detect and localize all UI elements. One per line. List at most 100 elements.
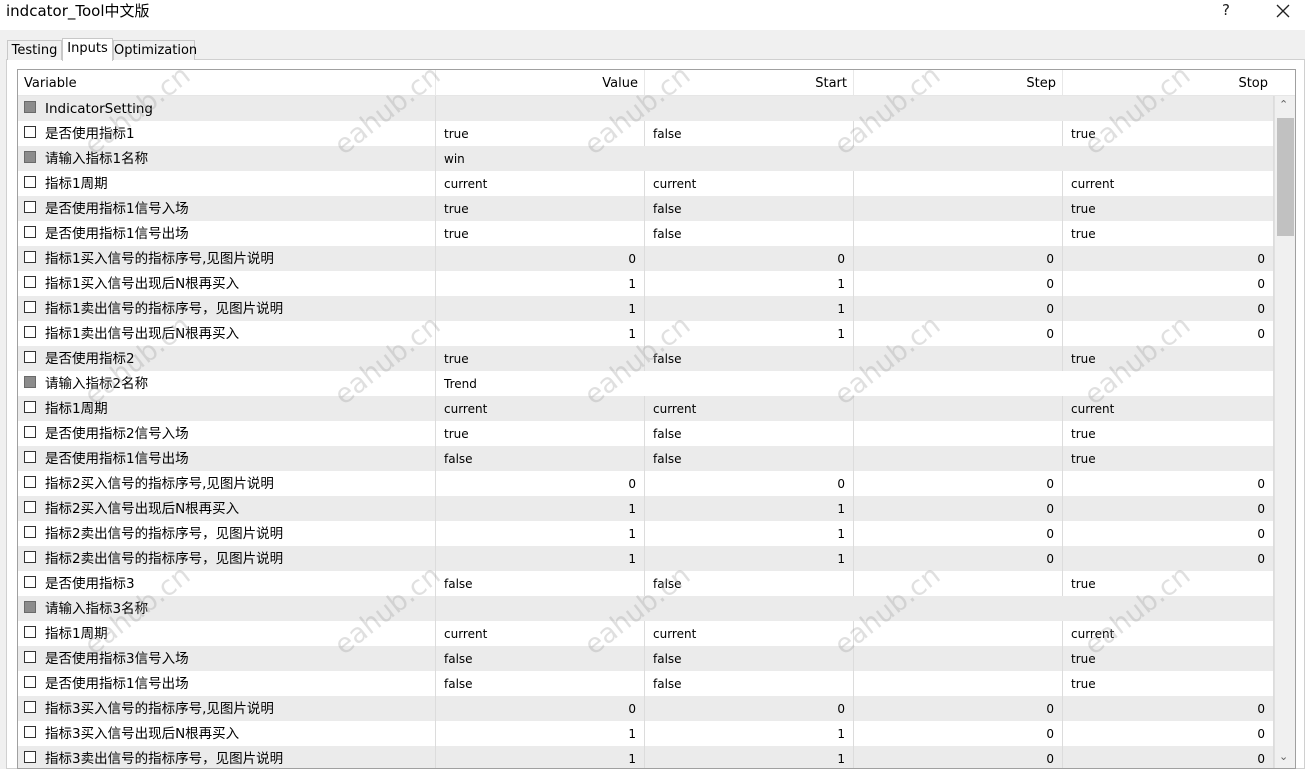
value-cell[interactable]: 0 — [436, 471, 645, 496]
stop-cell[interactable]: current — [1063, 621, 1274, 646]
value-cell[interactable]: true — [436, 121, 645, 146]
step-cell[interactable]: 0 — [854, 471, 1063, 496]
optimize-checkbox[interactable] — [24, 476, 36, 488]
column-header-step[interactable]: Step — [854, 70, 1063, 95]
stop-cell[interactable]: true — [1063, 196, 1274, 221]
scroll-down-icon[interactable]: ⌄ — [1279, 750, 1288, 763]
stop-cell[interactable]: 0 — [1063, 696, 1274, 721]
step-cell[interactable]: 0 — [854, 296, 1063, 321]
optimize-checkbox[interactable] — [24, 726, 36, 738]
start-cell[interactable]: 1 — [645, 546, 854, 571]
table-row[interactable]: 指标1买入信号的指标序号,见图片说明 0 0 0 0 — [18, 246, 1274, 271]
start-cell[interactable]: 1 — [645, 321, 854, 346]
scroll-thumb[interactable] — [1277, 118, 1294, 236]
table-row[interactable]: 请输入指标3名称 — [18, 596, 1274, 621]
column-header-variable[interactable]: Variable — [18, 70, 436, 95]
table-row[interactable]: 指标3买入信号出现后N根再买入 1 1 0 0 — [18, 721, 1274, 746]
step-cell[interactable]: 0 — [854, 271, 1063, 296]
table-row[interactable]: 指标1卖出信号的指标序号，见图片说明 1 1 0 0 — [18, 296, 1274, 321]
step-cell[interactable]: 0 — [854, 246, 1063, 271]
step-cell[interactable]: 0 — [854, 721, 1063, 746]
column-header-stop[interactable]: Stop — [1063, 70, 1274, 95]
optimize-checkbox[interactable] — [24, 426, 36, 438]
optimize-checkbox[interactable] — [24, 176, 36, 188]
value-cell[interactable]: Trend — [436, 371, 1274, 396]
stop-cell[interactable]: true — [1063, 421, 1274, 446]
step-cell[interactable]: 0 — [854, 696, 1063, 721]
stop-cell[interactable]: 0 — [1063, 271, 1274, 296]
optimize-checkbox[interactable] — [24, 401, 36, 413]
value-cell[interactable]: true — [436, 421, 645, 446]
optimize-checkbox[interactable] — [24, 701, 36, 713]
table-row[interactable]: 是否使用指标2信号入场 true false true — [18, 421, 1274, 446]
table-row[interactable]: 是否使用指标2 true false true — [18, 346, 1274, 371]
optimize-checkbox[interactable] — [24, 326, 36, 338]
step-cell[interactable] — [854, 171, 1063, 196]
value-cell[interactable]: 1 — [436, 496, 645, 521]
value-cell[interactable]: 0 — [436, 696, 645, 721]
step-cell[interactable] — [854, 621, 1063, 646]
value-cell[interactable]: true — [436, 221, 645, 246]
start-cell[interactable]: 1 — [645, 521, 854, 546]
optimize-checkbox[interactable] — [24, 551, 36, 563]
step-cell[interactable] — [854, 571, 1063, 596]
table-row[interactable]: 是否使用指标1 true false true — [18, 121, 1274, 146]
stop-cell[interactable]: true — [1063, 446, 1274, 471]
start-cell[interactable]: false — [645, 646, 854, 671]
step-cell[interactable] — [854, 346, 1063, 371]
table-row[interactable]: 请输入指标1名称 win — [18, 146, 1274, 171]
table-row[interactable]: IndicatorSetting — [18, 96, 1274, 121]
tab-inputs[interactable]: Inputs — [62, 38, 113, 61]
start-cell[interactable]: 1 — [645, 496, 854, 521]
tab-testing[interactable]: Testing — [7, 40, 62, 60]
step-cell[interactable] — [854, 121, 1063, 146]
table-row[interactable]: 是否使用指标1信号出场 false false true — [18, 446, 1274, 471]
stop-cell[interactable]: 0 — [1063, 496, 1274, 521]
table-row[interactable]: 指标2买入信号出现后N根再买入 1 1 0 0 — [18, 496, 1274, 521]
optimize-checkbox[interactable] — [24, 301, 36, 313]
start-cell[interactable]: false — [645, 346, 854, 371]
help-button[interactable]: ? — [1212, 0, 1240, 22]
value-cell[interactable]: 1 — [436, 271, 645, 296]
column-header-value[interactable]: Value — [436, 70, 645, 95]
table-row[interactable]: 是否使用指标3 false false true — [18, 571, 1274, 596]
value-cell[interactable]: current — [436, 621, 645, 646]
table-row[interactable]: 是否使用指标1信号入场 true false true — [18, 196, 1274, 221]
start-cell[interactable]: current — [645, 621, 854, 646]
step-cell[interactable]: 0 — [854, 496, 1063, 521]
optimize-checkbox[interactable] — [24, 526, 36, 538]
stop-cell[interactable]: 0 — [1063, 246, 1274, 271]
table-row[interactable]: 指标2买入信号的指标序号,见图片说明 0 0 0 0 — [18, 471, 1274, 496]
optimize-checkbox[interactable] — [24, 751, 36, 763]
value-cell[interactable]: current — [436, 171, 645, 196]
stop-cell[interactable]: current — [1063, 396, 1274, 421]
optimize-checkbox[interactable] — [24, 451, 36, 463]
start-cell[interactable]: 1 — [645, 721, 854, 746]
value-cell[interactable]: false — [436, 646, 645, 671]
table-row[interactable]: 指标1卖出信号出现后N根再买入 1 1 0 0 — [18, 321, 1274, 346]
value-cell[interactable]: win — [436, 146, 1274, 171]
start-cell[interactable]: false — [645, 421, 854, 446]
start-cell[interactable]: false — [645, 221, 854, 246]
stop-cell[interactable]: true — [1063, 571, 1274, 596]
value-cell[interactable] — [436, 96, 1274, 121]
optimize-checkbox[interactable] — [24, 276, 36, 288]
value-cell[interactable]: 1 — [436, 296, 645, 321]
optimize-checkbox[interactable] — [24, 351, 36, 363]
step-cell[interactable] — [854, 671, 1063, 696]
optimize-checkbox[interactable] — [24, 126, 36, 138]
vertical-scrollbar[interactable]: ⌃ ⌄ — [1274, 96, 1295, 768]
value-cell[interactable] — [436, 596, 1274, 621]
table-row[interactable]: 指标2卖出信号的指标序号，见图片说明 1 1 0 0 — [18, 521, 1274, 546]
stop-cell[interactable]: 0 — [1063, 296, 1274, 321]
table-row[interactable]: 是否使用指标1信号出场 false false true — [18, 671, 1274, 696]
stop-cell[interactable]: 0 — [1063, 471, 1274, 496]
stop-cell[interactable]: true — [1063, 346, 1274, 371]
value-cell[interactable]: true — [436, 196, 645, 221]
stop-cell[interactable]: 0 — [1063, 521, 1274, 546]
table-row[interactable]: 指标1买入信号出现后N根再买入 1 1 0 0 — [18, 271, 1274, 296]
table-row[interactable]: 指标3卖出信号的指标序号，见图片说明 1 1 0 0 — [18, 746, 1274, 768]
close-button[interactable] — [1268, 0, 1298, 22]
step-cell[interactable] — [854, 196, 1063, 221]
value-cell[interactable]: false — [436, 671, 645, 696]
